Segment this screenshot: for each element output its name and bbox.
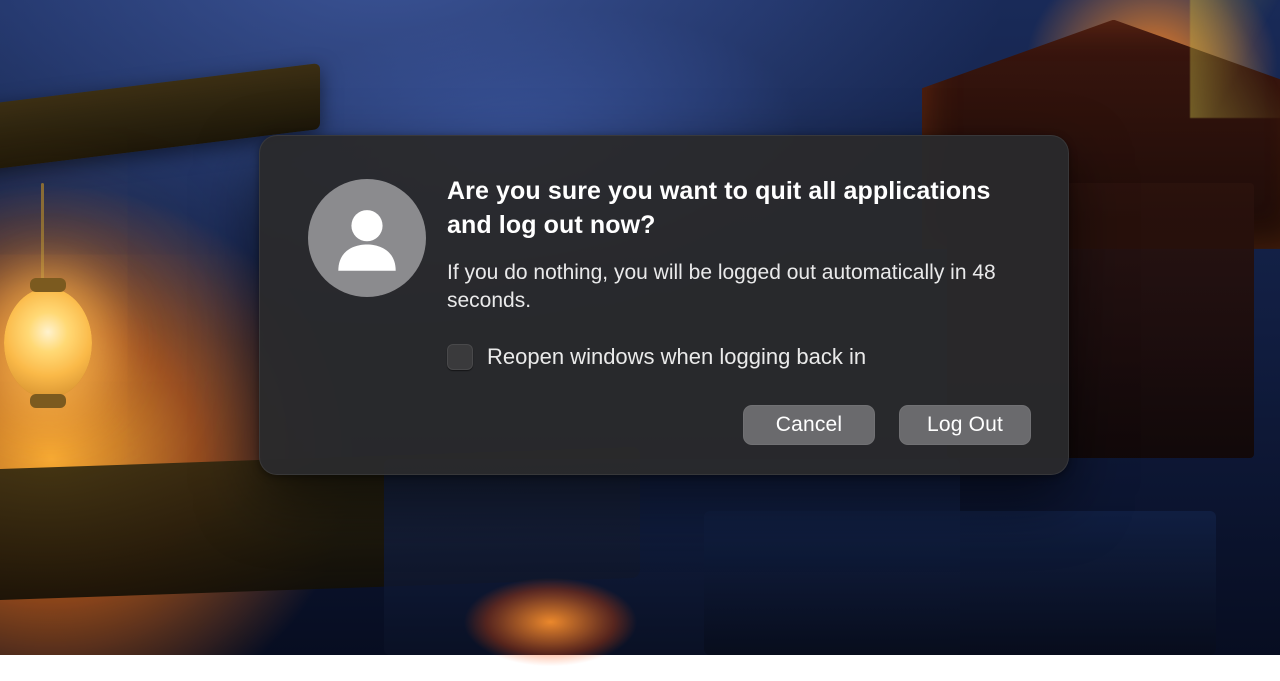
dialog-title: Are you sure you want to quit all applic… <box>447 175 1031 243</box>
dialog-content: Are you sure you want to quit all applic… <box>437 175 1031 445</box>
reopen-windows-row: Reopen windows when logging back in <box>447 344 1031 370</box>
reopen-windows-checkbox[interactable] <box>447 344 473 370</box>
cancel-button[interactable]: Cancel <box>743 405 875 445</box>
dialog-button-row: Cancel Log Out <box>447 389 1031 445</box>
user-silhouette-icon <box>308 179 426 297</box>
dialog-avatar-container <box>297 175 437 445</box>
logout-dialog: Are you sure you want to quit all applic… <box>259 135 1069 475</box>
logout-button[interactable]: Log Out <box>899 405 1031 445</box>
dialog-message: If you do nothing, you will be logged ou… <box>447 259 1031 317</box>
reopen-windows-label: Reopen windows when logging back in <box>487 344 866 370</box>
